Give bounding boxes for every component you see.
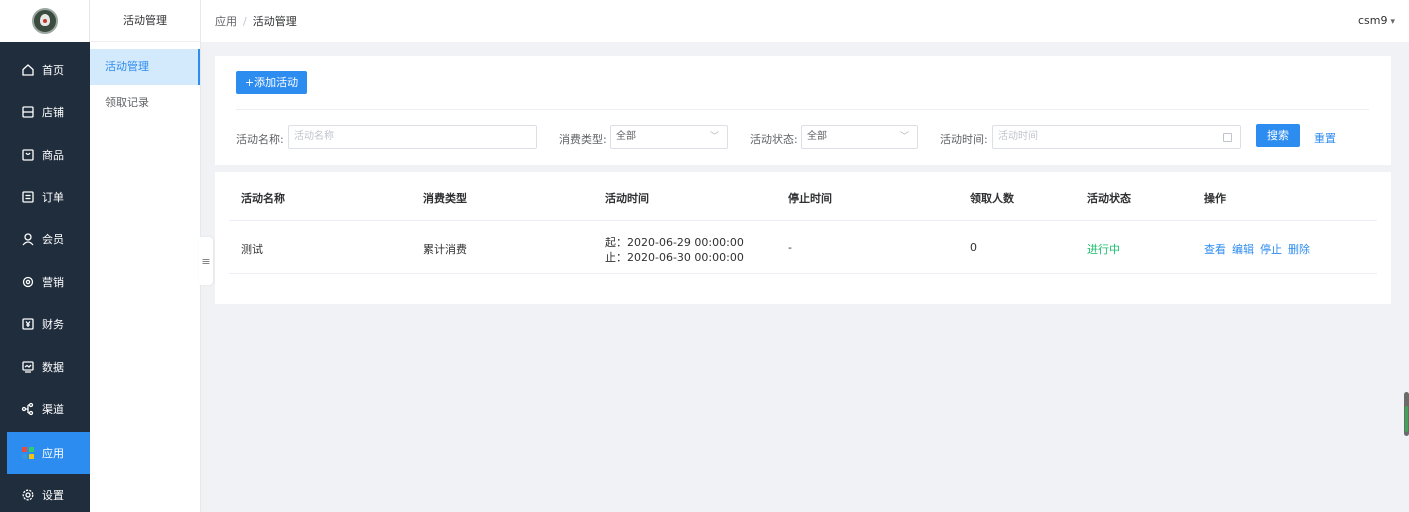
breadcrumb-current: 活动管理 — [252, 15, 297, 28]
column-header-status: 活动状态 — [1087, 192, 1131, 205]
table-row-divider — [229, 273, 1377, 274]
main-sidebar: 首页 店铺 商品 订单 会员 营销 财务 数据 渠道 应用 设置 — [0, 0, 90, 512]
username: csm9 — [1357, 14, 1388, 27]
cell-stop-time: - — [788, 241, 792, 254]
nav-label: 会员 — [42, 233, 64, 246]
column-header-stop-time: 停止时间 — [788, 192, 832, 205]
top-header: 应用 / 活动管理 csm9 ▾ — [201, 0, 1409, 42]
cell-end-time: 止：2020-06-30 00:00:00 — [605, 251, 744, 264]
nav-label: 首页 — [42, 64, 64, 77]
settings-icon — [21, 488, 35, 502]
nav-label: 店铺 — [42, 106, 64, 119]
nav-label: 订单 — [42, 191, 64, 204]
store-icon — [21, 105, 35, 119]
reset-button[interactable]: 重置 — [1314, 130, 1336, 146]
nav-item-store[interactable]: 店铺 — [7, 91, 90, 133]
cell-claim-count: 0 — [970, 241, 977, 254]
sub-item-claim-records[interactable]: 领取记录 — [90, 85, 200, 121]
user-icon — [21, 232, 35, 246]
column-header-time: 活动时间 — [605, 192, 649, 205]
nav-item-orders[interactable]: 订单 — [7, 176, 90, 218]
delete-link[interactable]: 删除 — [1288, 241, 1310, 257]
menu-collapse-icon: ≡ — [201, 254, 211, 268]
home-icon — [21, 63, 35, 77]
nav-label: 设置 — [42, 489, 64, 502]
search-button[interactable]: 搜索 — [1256, 124, 1300, 147]
activity-status-label: 活动状态: — [750, 133, 798, 146]
column-header-name: 活动名称 — [241, 192, 285, 205]
nav-label: 数据 — [42, 361, 64, 374]
nav-label: 商品 — [42, 149, 64, 162]
nav-item-marketing[interactable]: 营销 — [7, 261, 90, 303]
nav-label: 渠道 — [42, 403, 64, 416]
calendar-icon — [1223, 133, 1232, 142]
chevron-down-icon: ﹀ — [709, 132, 719, 142]
nav-item-members[interactable]: 会员 — [7, 218, 90, 260]
nav-item-home[interactable]: 首页 — [7, 49, 90, 91]
nav-label: 财务 — [42, 318, 64, 331]
order-icon — [21, 190, 35, 204]
column-header-actions: 操作 — [1204, 192, 1226, 205]
logo-area — [0, 0, 90, 42]
nav-item-goods[interactable]: 商品 — [7, 134, 90, 176]
filter-panel: +添加活动 活动名称: 活动名称 消费类型: 全部 ﹀ 活动状态: 全部 ﹀ 活… — [215, 56, 1391, 165]
nav-label: 营销 — [42, 276, 64, 289]
nav-item-settings[interactable]: 设置 — [7, 474, 90, 512]
cell-start-time: 起：2020-06-29 00:00:00 — [605, 236, 744, 249]
gear-icon — [21, 275, 35, 289]
breadcrumb-separator: / — [243, 14, 247, 28]
activity-status-select[interactable]: 全部 ﹀ — [801, 125, 918, 149]
activity-time-placeholder: 活动时间 — [998, 131, 1038, 142]
channel-icon — [21, 402, 35, 416]
add-activity-button[interactable]: +添加活动 — [236, 71, 307, 94]
cell-name: 测试 — [241, 243, 263, 256]
nav-item-apps[interactable]: 应用 — [7, 432, 90, 474]
table-header-divider — [229, 220, 1377, 221]
scrollbar-thumb[interactable] — [1404, 392, 1409, 436]
consume-type-select[interactable]: 全部 ﹀ — [610, 125, 728, 149]
chart-icon — [21, 360, 35, 374]
sub-sidebar: 活动管理 活动管理 领取记录 — [90, 0, 201, 512]
nav-item-data[interactable]: 数据 — [7, 346, 90, 388]
cell-status: 进行中 — [1087, 243, 1120, 256]
yen-icon — [21, 317, 35, 331]
activity-status-value: 全部 — [807, 131, 827, 142]
stop-link[interactable]: 停止 — [1260, 241, 1282, 257]
chevron-down-icon: ▾ — [1390, 17, 1395, 27]
breadcrumb-root[interactable]: 应用 — [215, 13, 237, 29]
view-link[interactable]: 查看 — [1204, 241, 1226, 257]
activity-name-placeholder: 活动名称 — [294, 131, 334, 142]
sub-item-activity-management[interactable]: 活动管理 — [90, 49, 200, 85]
sub-sidebar-title: 活动管理 — [90, 0, 200, 42]
column-header-claim-count: 领取人数 — [970, 192, 1014, 205]
page-scrollbar[interactable] — [1403, 42, 1409, 512]
consume-type-label: 消费类型: — [559, 133, 607, 146]
consume-type-value: 全部 — [616, 131, 636, 142]
logo — [31, 8, 58, 34]
divider — [236, 109, 1369, 110]
apps-icon — [21, 446, 35, 460]
edit-link[interactable]: 编辑 — [1232, 241, 1254, 257]
activity-name-input[interactable]: 活动名称 — [288, 125, 537, 149]
activity-name-label: 活动名称: — [236, 133, 284, 146]
chevron-down-icon: ﹀ — [899, 132, 909, 142]
nav-item-finance[interactable]: 财务 — [7, 303, 90, 345]
nav-label: 应用 — [42, 447, 64, 460]
activity-time-label: 活动时间: — [940, 133, 988, 146]
activity-table: 活动名称 消费类型 活动时间 停止时间 领取人数 活动状态 操作 测试 累计消费… — [215, 172, 1391, 304]
bag-icon — [21, 148, 35, 162]
activity-time-picker[interactable]: 活动时间 — [992, 125, 1241, 149]
collapse-handle[interactable]: ≡ — [199, 237, 213, 285]
nav-item-channel[interactable]: 渠道 — [7, 388, 90, 430]
column-header-type: 消费类型 — [423, 192, 467, 205]
cell-type: 累计消费 — [423, 243, 467, 256]
user-menu[interactable]: csm9 ▾ — [1358, 14, 1395, 27]
